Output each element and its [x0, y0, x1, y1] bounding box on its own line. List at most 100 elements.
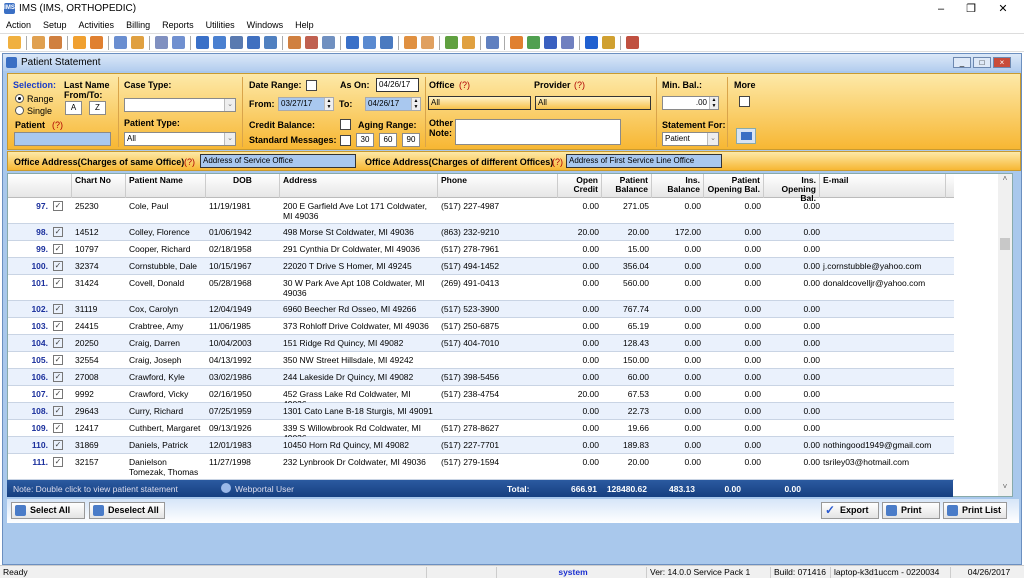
credit-balance-checkbox[interactable] — [340, 119, 351, 130]
referring-provider-icon[interactable] — [49, 36, 62, 49]
aging-30-input[interactable]: 30 — [356, 133, 374, 147]
header-patient-balance[interactable]: Patient Balance — [602, 174, 652, 198]
header-patient-name[interactable]: Patient Name — [126, 174, 206, 198]
different-office-help-icon[interactable]: (?) — [552, 157, 563, 167]
other-note-input[interactable] — [455, 119, 621, 145]
menu-activities[interactable]: Activities — [73, 18, 121, 32]
single-radio[interactable] — [15, 106, 24, 115]
window-minimize-button[interactable]: _ — [953, 57, 971, 68]
table-row[interactable]: 106. ✓ 27008 Crawford, Kyle 03/02/1986 244 La… — [8, 369, 954, 386]
row-checkbox[interactable]: ✓ — [53, 321, 63, 331]
table-row[interactable]: 102. ✓ 31119 Cox, Carolyn 12/04/1949 6960 Bee… — [8, 301, 954, 318]
table-row[interactable]: 103. ✓ 24415 Crabtree, Amy 11/06/1985 373 Roh… — [8, 318, 954, 335]
row-checkbox[interactable]: ✓ — [53, 304, 63, 314]
scroll-up-icon[interactable]: ˄ — [998, 174, 1012, 183]
provider-select[interactable]: All — [535, 96, 651, 110]
row-checkbox[interactable]: ✓ — [53, 423, 63, 433]
export-button[interactable]: ✓ Export — [821, 502, 879, 519]
row-checkbox[interactable]: ✓ — [53, 338, 63, 348]
folder-icon[interactable] — [73, 36, 86, 49]
range-radio[interactable] — [15, 94, 24, 103]
report-icon[interactable] — [404, 36, 417, 49]
print-list-button[interactable]: Print List — [943, 502, 1007, 519]
spinner-icon[interactable]: ▲ ▼ — [324, 98, 333, 110]
provider-help-icon[interactable]: (?) — [574, 80, 585, 90]
provider-icon[interactable] — [32, 36, 45, 49]
menu-billing[interactable]: Billing — [120, 18, 156, 32]
maximize-button[interactable]: ❐ — [956, 2, 986, 16]
row-checkbox[interactable]: ✓ — [53, 457, 63, 467]
same-office-help-icon[interactable]: (?) — [184, 157, 195, 167]
aging-90-input[interactable]: 90 — [402, 133, 420, 147]
row-checkbox[interactable]: ✓ — [53, 355, 63, 365]
claims-icon[interactable] — [230, 36, 243, 49]
statement-for-select[interactable]: Patient ⌄ — [662, 132, 719, 146]
table-row[interactable]: 109. ✓ 12417 Cuthbert, Margaret 09/13/1926 33… — [8, 420, 954, 443]
menu-windows[interactable]: Windows — [241, 18, 290, 32]
globe-icon[interactable] — [380, 36, 393, 49]
row-checkbox[interactable]: ✓ — [53, 389, 63, 399]
window-restore-button[interactable]: □ — [973, 57, 991, 68]
row-checkbox[interactable]: ✓ — [53, 227, 63, 237]
header-patient-opening-bal[interactable]: Patient Opening Bal. — [704, 174, 764, 198]
window-close-button[interactable]: × — [993, 57, 1011, 68]
table-row[interactable]: 99. ✓ 10797 Cooper, Richard 02/18/1958 291 Cy… — [8, 241, 954, 258]
row-checkbox[interactable]: ✓ — [53, 372, 63, 382]
payment-icon[interactable] — [213, 36, 226, 49]
billing-icon[interactable] — [247, 36, 260, 49]
chart-icon[interactable] — [445, 36, 458, 49]
as-on-input[interactable]: 04/26/17 — [376, 78, 419, 92]
last-name-from-input[interactable]: A — [65, 101, 82, 115]
sync-icon[interactable] — [510, 36, 523, 49]
report2-icon[interactable] — [421, 36, 434, 49]
print-button[interactable]: Print — [882, 502, 940, 519]
minimize-button[interactable]: – — [926, 2, 956, 16]
document-icon[interactable] — [114, 36, 127, 49]
header-chart-no[interactable]: Chart No — [72, 174, 126, 198]
patient-icon[interactable] — [8, 36, 21, 49]
table-row[interactable]: 105. ✓ 32554 Craig, Joseph 04/13/1992 350 NW … — [8, 352, 954, 369]
row-checkbox[interactable]: ✓ — [53, 406, 63, 416]
more-checkbox[interactable] — [739, 96, 750, 107]
row-checkbox[interactable]: ✓ — [53, 440, 63, 450]
case-type-select[interactable]: ⌄ — [124, 98, 236, 112]
row-checkbox[interactable]: ✓ — [53, 278, 63, 288]
office-help-icon[interactable]: (?) — [459, 80, 470, 90]
patient-help-icon[interactable]: (?) — [52, 120, 63, 130]
scroll-thumb[interactable] — [1000, 238, 1010, 250]
open-folder-button[interactable] — [736, 128, 756, 144]
appointment-icon[interactable] — [322, 36, 335, 49]
header-ins-opening-bal[interactable]: Ins. Opening Bal. — [764, 174, 820, 203]
table-row[interactable]: 110. ✓ 31869 Daniels, Patrick 12/01/1983 1045… — [8, 437, 954, 454]
transfer-icon[interactable] — [527, 36, 540, 49]
menu-action[interactable]: Action — [0, 18, 37, 32]
close-button[interactable]: ✕ — [988, 2, 1018, 16]
aging-60-input[interactable]: 60 — [379, 133, 397, 147]
lock-icon[interactable] — [602, 36, 615, 49]
patient-type-select[interactable]: All ⌄ — [124, 132, 236, 146]
web-icon[interactable] — [363, 36, 376, 49]
table-row[interactable]: 107. ✓ 9992 Crawford, Vicky 02/16/1950 452 Gr… — [8, 386, 954, 409]
table-row[interactable]: 98. ✓ 14512 Colley, Florence 01/06/1942 498 M… — [8, 224, 954, 241]
from-date-input[interactable]: 03/27/17 ▲ ▼ — [278, 97, 334, 111]
same-office-address-select[interactable]: Address of Service Office — [200, 154, 356, 168]
spinner-icon[interactable]: ▲ ▼ — [709, 97, 718, 109]
vertical-scrollbar[interactable]: ˄ ˅ — [998, 174, 1012, 496]
row-checkbox[interactable]: ✓ — [53, 261, 63, 271]
scheduler-icon[interactable] — [305, 36, 318, 49]
header-phone[interactable]: Phone — [438, 174, 558, 198]
word-icon[interactable] — [544, 36, 557, 49]
different-office-address-select[interactable]: Address of First Service Line Office — [566, 154, 722, 168]
table-row[interactable]: 111. ✓ 32157 Danielson Tomezak, Thomas 11/27… — [8, 454, 954, 480]
menu-help[interactable]: Help — [289, 18, 320, 32]
header-e-mail[interactable]: E-mail — [820, 174, 946, 198]
spinner-icon[interactable]: ▲ ▼ — [411, 98, 420, 110]
office-select[interactable]: All — [428, 96, 531, 110]
notes-icon[interactable] — [172, 36, 185, 49]
table-row[interactable]: 104. ✓ 20250 Craig, Darren 10/04/2003 151 Rid… — [8, 335, 954, 352]
exit-icon[interactable] — [626, 36, 639, 49]
standard-messages-checkbox[interactable] — [340, 135, 351, 146]
calendar-icon[interactable] — [288, 36, 301, 49]
deselect-all-button[interactable]: Deselect All — [89, 502, 165, 519]
batch-icon[interactable] — [486, 36, 499, 49]
